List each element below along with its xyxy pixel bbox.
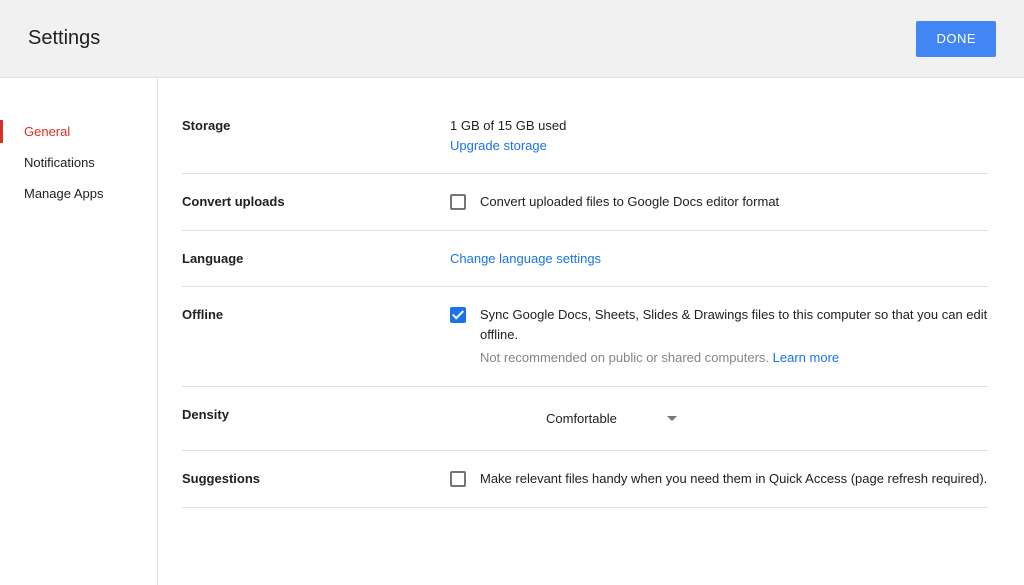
section-label-language: Language (182, 249, 450, 269)
convert-uploads-checkbox[interactable] (450, 194, 466, 210)
settings-main: Storage 1 GB of 15 GB used Upgrade stora… (158, 78, 1024, 585)
section-label-suggestions: Suggestions (182, 469, 450, 489)
chevron-down-icon (667, 416, 677, 421)
section-label-storage: Storage (182, 116, 450, 155)
sidebar-item-notifications[interactable]: Notifications (0, 147, 157, 178)
suggestions-checkbox[interactable] (450, 471, 466, 487)
density-dropdown[interactable]: Comfortable (540, 405, 683, 433)
density-value: Comfortable (546, 409, 617, 429)
section-offline: Offline Sync Google Docs, Sheets, Slides… (182, 287, 988, 387)
header-bar: Settings DONE (0, 0, 1024, 78)
upgrade-storage-link[interactable]: Upgrade storage (450, 138, 547, 153)
done-button[interactable]: DONE (916, 21, 996, 57)
section-convert-uploads: Convert uploads Convert uploaded files t… (182, 174, 988, 231)
section-label-convert: Convert uploads (182, 192, 450, 212)
change-language-link[interactable]: Change language settings (450, 251, 601, 266)
storage-usage-text: 1 GB of 15 GB used (450, 116, 988, 136)
offline-sync-text: Sync Google Docs, Sheets, Slides & Drawi… (480, 305, 988, 344)
page-title: Settings (28, 27, 100, 50)
offline-learn-more-link[interactable]: Learn more (773, 350, 839, 365)
suggestions-text: Make relevant files handy when you need … (480, 469, 987, 489)
offline-hint-text: Not recommended on public or shared comp… (480, 350, 773, 365)
sidebar-item-general[interactable]: General (0, 116, 157, 147)
sidebar: General Notifications Manage Apps (0, 78, 158, 585)
section-label-density: Density (182, 405, 450, 433)
section-density: Density Comfortable (182, 387, 988, 452)
section-storage: Storage 1 GB of 15 GB used Upgrade stora… (182, 116, 988, 174)
offline-sync-checkbox[interactable] (450, 307, 466, 323)
convert-uploads-text: Convert uploaded files to Google Docs ed… (480, 192, 779, 212)
section-language: Language Change language settings (182, 231, 988, 288)
section-label-offline: Offline (182, 305, 450, 368)
section-suggestions: Suggestions Make relevant files handy wh… (182, 451, 988, 508)
sidebar-item-manage-apps[interactable]: Manage Apps (0, 178, 157, 209)
